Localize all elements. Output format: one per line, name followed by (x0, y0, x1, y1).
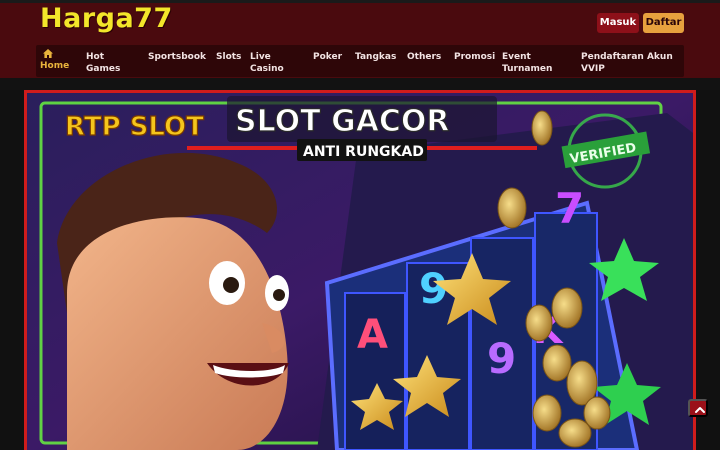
login-button[interactable]: Masuk (597, 13, 639, 33)
nav-item-event-turnamen[interactable]: Event Turnamen (502, 51, 558, 75)
nav-item-label: Slots (216, 52, 242, 62)
coin-icon (532, 394, 562, 432)
nav-item-live-casino[interactable]: Live Casino (250, 51, 290, 75)
nav-item-promosi[interactable]: Promosi (454, 51, 495, 63)
rtp-badge-text: RTP SLOT (65, 112, 204, 142)
nav-item-slots[interactable]: Slots (216, 51, 241, 63)
nav-item-label: Home (40, 61, 70, 71)
home-icon (43, 49, 53, 58)
main-nav: Home Hot Games Sportsbook Slots Live Cas… (36, 45, 684, 77)
coin-icon (497, 187, 527, 229)
nav-item-sportsbook[interactable]: Sportsbook (148, 51, 206, 63)
reel-symbol-9b: 9 (487, 334, 516, 383)
reel-symbol-7: 7 (555, 184, 584, 233)
nav-item-label: Live Casino (250, 52, 284, 74)
scroll-to-top-button[interactable] (688, 399, 708, 417)
nav-item-label: Tangkas (355, 52, 397, 62)
coin-icon (558, 418, 592, 448)
nav-item-tangkas[interactable]: Tangkas (355, 51, 396, 63)
coin-icon (583, 396, 611, 430)
coin-icon (542, 344, 572, 382)
nav-item-label: Poker (313, 52, 343, 62)
register-button[interactable]: Daftar (643, 13, 684, 33)
nav-item-pendaftaran-akun-vvip[interactable]: Pendaftaran Akun VVIP (581, 51, 677, 75)
promo-banner[interactable]: A 9 9 K 7 (27, 93, 693, 450)
nav-item-label: Pendaftaran Akun VVIP (581, 52, 673, 74)
nav-item-label: Hot Games (86, 52, 121, 74)
coin-icon (551, 287, 583, 329)
reel-symbol-a: A (357, 312, 388, 358)
banner-title: SLOT GACOR (235, 104, 450, 139)
chevron-up-icon (695, 407, 705, 413)
banner-subtitle: ANTI RUNGKAD (303, 144, 424, 160)
coin-icon (531, 110, 553, 146)
coin-icon (525, 304, 553, 342)
banner-artwork: A 9 9 K 7 (27, 93, 693, 450)
promo-banner-frame: A 9 9 K 7 (24, 90, 696, 450)
nav-item-poker[interactable]: Poker (313, 51, 342, 63)
site-logo[interactable]: Harga77 (40, 3, 173, 34)
nav-item-label: Others (407, 52, 442, 62)
section-divider (0, 78, 720, 90)
nav-item-label: Sportsbook (148, 52, 206, 62)
nav-item-others[interactable]: Others (407, 51, 441, 63)
nav-item-home[interactable]: Home (40, 49, 69, 72)
nav-item-label: Promosi (454, 52, 496, 62)
nav-item-label: Event Turnamen (502, 52, 553, 74)
nav-item-hot-games[interactable]: Hot Games (86, 51, 128, 75)
